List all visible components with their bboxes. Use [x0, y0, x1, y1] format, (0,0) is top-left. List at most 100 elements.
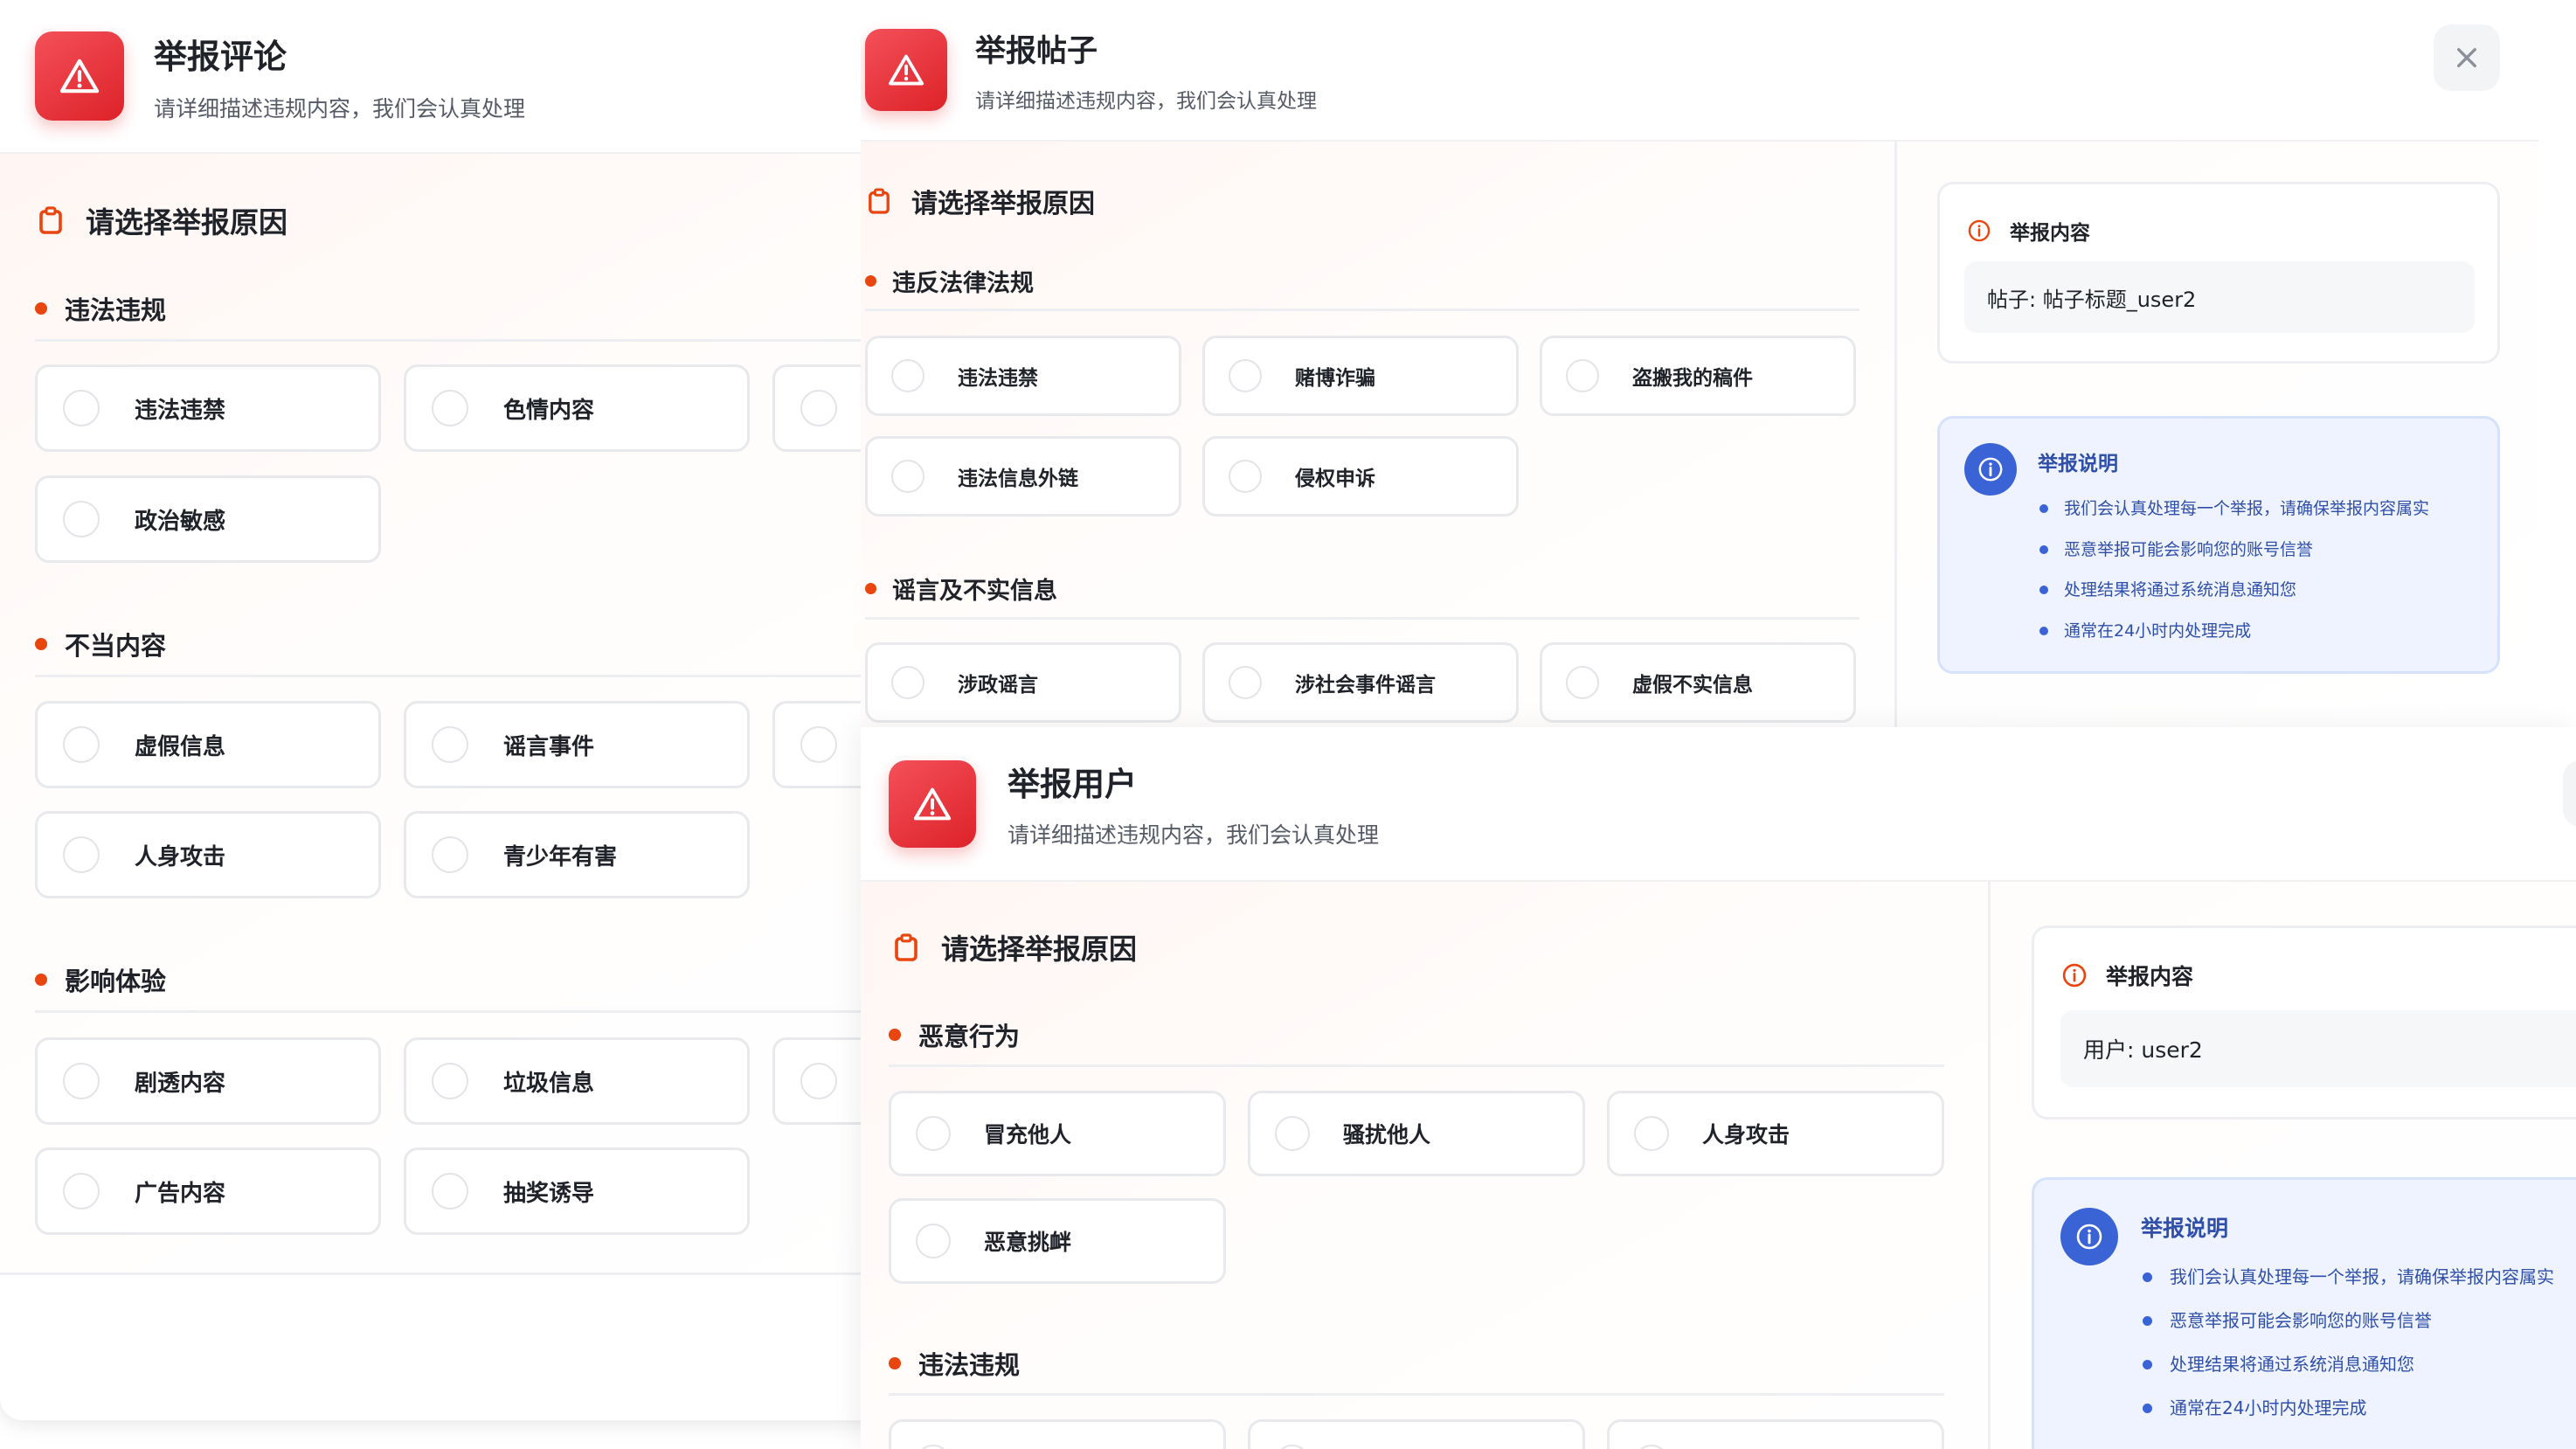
close-button[interactable]	[2434, 24, 2500, 91]
notice-text: 我们会认真处理每一个举报，请确保举报内容属实	[2064, 499, 2430, 518]
dialog-title: 举报帖子	[975, 34, 1098, 69]
category-heading: 影响体验	[35, 961, 166, 998]
report-content-value: 帖子: 帖子标题_user2	[1964, 261, 2475, 333]
category-divider	[889, 1393, 1944, 1396]
info-circle-icon	[2076, 1224, 2102, 1250]
section-title-text: 请选择举报原因	[86, 205, 287, 239]
category-heading: 违反法律法规	[865, 264, 1034, 298]
reason-option[interactable]: 盗搬我的稿件	[1540, 336, 1856, 416]
reason-option[interactable]: 抽奖诱导	[404, 1147, 750, 1235]
reason-option[interactable]: 青少年有害	[404, 811, 750, 898]
radio-button[interactable]	[916, 1116, 951, 1151]
option-label: 政治敏感	[135, 508, 226, 535]
reason-option[interactable]	[1607, 1419, 1944, 1449]
radio-button[interactable]	[432, 836, 468, 873]
section-title-text: 请选择举报原因	[911, 189, 1095, 219]
category-name: 谣言及不实信息	[892, 578, 1057, 605]
reason-option[interactable]: 虚假不实信息	[1540, 642, 1856, 723]
radio-button[interactable]	[916, 1445, 951, 1449]
category-dot	[35, 974, 47, 986]
notice-item: 恶意举报可能会影响您的账号信誉	[2039, 530, 2429, 571]
radio-button[interactable]	[1634, 1116, 1669, 1151]
radio-button[interactable]	[1634, 1445, 1669, 1449]
radio-button[interactable]	[63, 501, 100, 537]
category-dot	[889, 1029, 901, 1041]
radio-button[interactable]	[63, 726, 100, 763]
radio-button[interactable]	[432, 390, 468, 426]
radio-button[interactable]	[63, 836, 100, 873]
option-label: 违法信息外链	[958, 468, 1078, 490]
reason-option[interactable]: 政治敏感	[35, 475, 381, 563]
option-label: 人身攻击	[135, 843, 226, 870]
notice-list: 我们会认真处理每一个举报，请确保举报内容属实 恶意举报可能会影响您的账号信誉 处…	[2143, 1255, 2554, 1430]
radio-button[interactable]	[1229, 666, 1262, 699]
notice-list: 我们会认真处理每一个举报，请确保举报内容属实 恶意举报可能会影响您的账号信誉 处…	[2039, 489, 2429, 651]
radio-button[interactable]	[800, 1063, 837, 1099]
warning-triangle-icon	[59, 59, 100, 94]
report-user-dialog: 举报用户 请详细描述违规内容，我们会认真处理 请选择举报原因 恶意行为 冒充他人…	[861, 727, 2576, 1449]
dialog-header: 举报评论 请详细描述违规内容，我们会认真处理	[0, 0, 874, 154]
radio-button[interactable]	[432, 726, 468, 763]
close-button[interactable]	[2563, 760, 2576, 827]
clipboard-icon	[869, 188, 890, 214]
category-heading: 谣言及不实信息	[865, 572, 1057, 606]
reason-option[interactable]: 涉政谣言	[865, 642, 1181, 723]
reason-option[interactable]	[772, 1037, 874, 1125]
radio-button[interactable]	[432, 1173, 468, 1210]
reason-option[interactable]: 谣言事件	[404, 701, 750, 788]
reason-option[interactable]: 侵权申诉	[1202, 436, 1519, 517]
option-label: 虚假不实信息	[1632, 674, 1753, 697]
reason-option[interactable]: 人身攻击	[1607, 1091, 1944, 1176]
dialog-body: 请选择举报原因 违法违规 违法违禁 色情内容 政治敏感 不当内容 虚假信息 谣言…	[0, 154, 874, 1420]
reason-option[interactable]: 涉社会事件谣言	[1202, 642, 1519, 723]
info-circle-icon	[1978, 457, 2003, 482]
reason-option[interactable]: 垃圾信息	[404, 1037, 750, 1125]
reason-option[interactable]	[889, 1419, 1226, 1449]
dialog-subtitle: 请详细描述违规内容，我们会认真处理	[975, 90, 1317, 113]
reason-option[interactable]: 虚假信息	[35, 701, 381, 788]
radio-button[interactable]	[891, 460, 924, 493]
radio-button[interactable]	[1275, 1445, 1310, 1449]
reason-option[interactable]: 违法违禁	[865, 336, 1181, 416]
category-divider	[35, 1010, 874, 1013]
warning-icon-box	[865, 29, 947, 111]
reason-option[interactable]: 色情内容	[404, 364, 750, 452]
radio-button[interactable]	[800, 726, 837, 763]
info-circle-icon	[2062, 963, 2087, 988]
info-circle-icon	[1968, 219, 1991, 242]
notice-text: 通常在24小时内处理完成	[2064, 621, 2252, 641]
reason-option[interactable]: 恶意挑衅	[889, 1198, 1226, 1284]
option-label: 色情内容	[503, 397, 595, 424]
radio-button[interactable]	[63, 1063, 100, 1099]
reason-option[interactable]	[772, 364, 874, 452]
radio-button[interactable]	[63, 1173, 100, 1210]
reason-option[interactable]: 人身攻击	[35, 811, 381, 898]
reason-option[interactable]: 违法信息外链	[865, 436, 1181, 517]
reason-option[interactable]: 冒充他人	[889, 1091, 1226, 1176]
radio-button[interactable]	[891, 666, 924, 699]
warning-triangle-icon	[913, 787, 952, 820]
sidebar-divider	[1988, 882, 1991, 1449]
reason-option[interactable]: 骚扰他人	[1248, 1091, 1585, 1176]
radio-button[interactable]	[891, 359, 924, 392]
category-heading: 违法违规	[889, 1345, 1020, 1382]
category-dot	[35, 302, 47, 315]
radio-button[interactable]	[1229, 460, 1262, 493]
radio-button[interactable]	[916, 1224, 951, 1258]
reason-option[interactable]	[1248, 1419, 1585, 1449]
reason-option[interactable]: 广告内容	[35, 1147, 381, 1235]
radio-button[interactable]	[1275, 1116, 1310, 1151]
reason-option[interactable]: 赌博诈骗	[1202, 336, 1519, 416]
radio-button[interactable]	[1566, 666, 1599, 699]
option-label: 虚假信息	[135, 733, 226, 760]
radio-button[interactable]	[63, 390, 100, 426]
radio-button[interactable]	[800, 390, 837, 426]
reason-option[interactable]: 剧透内容	[35, 1037, 381, 1125]
radio-button[interactable]	[432, 1063, 468, 1099]
dialog-title: 举报用户	[1008, 766, 1137, 803]
radio-button[interactable]	[1229, 359, 1262, 392]
reason-option[interactable]	[772, 701, 874, 788]
reason-option[interactable]: 违法违禁	[35, 364, 381, 452]
radio-button[interactable]	[1566, 359, 1599, 392]
category-heading: 不当内容	[35, 626, 166, 662]
